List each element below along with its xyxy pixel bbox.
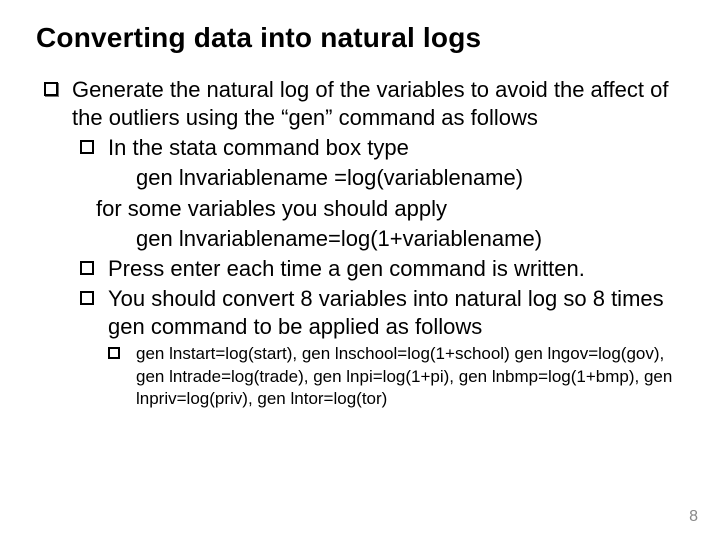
slide: Converting data into natural logs Genera… <box>0 0 720 540</box>
bullet-continuation: for some variables you should apply <box>36 195 690 223</box>
bullet-text: You should convert 8 variables into natu… <box>108 286 664 339</box>
bullet-lvl2: You should convert 8 variables into natu… <box>36 285 690 341</box>
square-bullet-icon <box>80 261 94 275</box>
square-bullet-icon <box>44 82 58 96</box>
bullet-lvl2: Press enter each time a gen command is w… <box>36 255 690 283</box>
slide-title: Converting data into natural logs <box>36 22 690 54</box>
code-line: gen lnvariablename =log(variablename) <box>36 164 690 192</box>
bullet-lvl3-small: gen lnstart=log(start), gen lnschool=log… <box>36 343 690 409</box>
code-text: gen lnvariablename =log(variablename) <box>136 165 523 190</box>
page-number: 8 <box>689 508 698 526</box>
code-text: gen lnvariablename=log(1+variablename) <box>136 226 542 251</box>
code-line: gen lnvariablename=log(1+variablename) <box>36 225 690 253</box>
bullet-text: In the stata command box type <box>108 135 409 160</box>
bullet-lvl2: In the stata command box type <box>36 134 690 162</box>
bullet-text: Press enter each time a gen command is w… <box>108 256 585 281</box>
square-bullet-icon <box>80 140 94 154</box>
bullet-lvl1: Generate the natural log of the variable… <box>36 76 690 132</box>
square-bullet-icon <box>108 347 120 359</box>
commands-text: gen lnstart=log(start), gen lnschool=log… <box>136 344 672 407</box>
square-bullet-icon <box>80 291 94 305</box>
bullet-text: for some variables you should apply <box>96 196 447 221</box>
bullet-text: Generate the natural log of the variable… <box>72 77 668 130</box>
